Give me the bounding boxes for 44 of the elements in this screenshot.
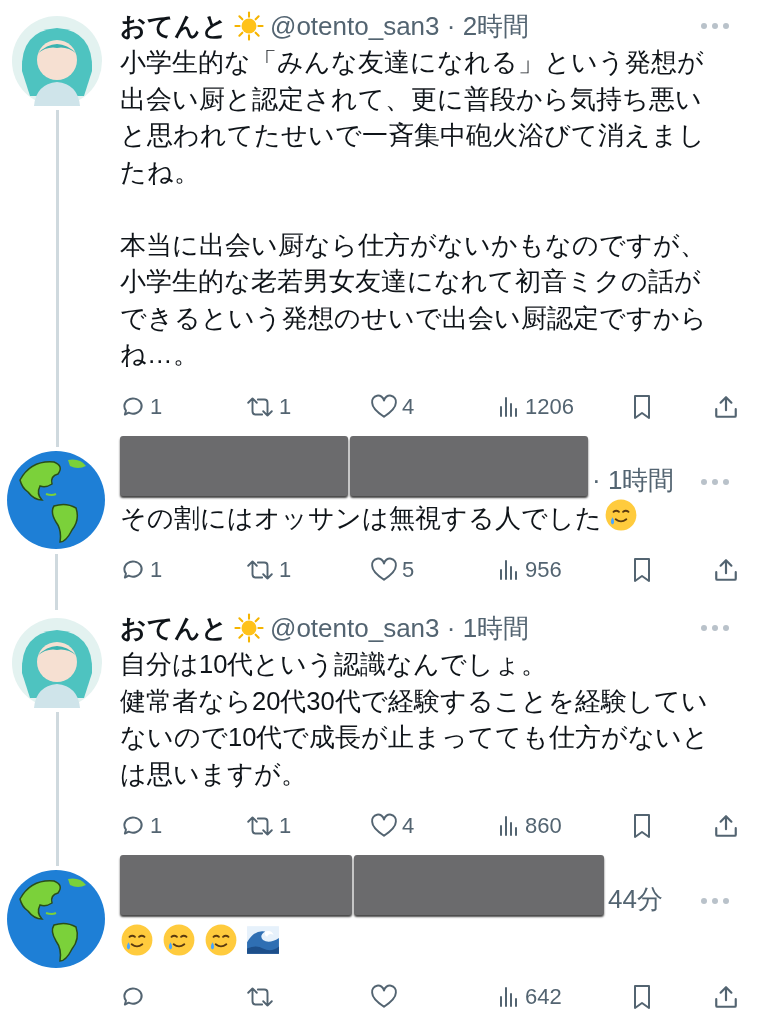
globe-avatar[interactable] <box>6 449 106 550</box>
wave-emoji-icon <box>246 923 280 957</box>
smiling-tear-emoji-icon <box>162 923 196 957</box>
views-count: 956 <box>525 559 562 581</box>
like-count: 4 <box>402 395 415 418</box>
views-count: 1206 <box>525 395 574 418</box>
heart-icon[interactable] <box>370 984 398 1010</box>
share-icon[interactable] <box>713 393 739 420</box>
retweet-count: 1 <box>279 395 292 418</box>
heart-icon[interactable] <box>370 557 398 583</box>
retweet-icon[interactable] <box>245 984 275 1010</box>
like-count: 5 <box>402 559 415 581</box>
reply-count: 1 <box>150 559 163 581</box>
tweet-meta: 44分 <box>608 883 663 916</box>
reply-count: 1 <box>150 395 163 418</box>
sun-icon <box>234 11 264 41</box>
tweet-text: 健常者なら20代30代で経験することを経験していないので10代で成長が止まってても仕方がないとは思いますが。 <box>120 685 711 790</box>
tweet-text: 本当に出会い厨なら仕方がないかもなのですが、小学生的な老若男女友達になれて初音ミクの話ができるという発想のせいで出会い厨認定ですからね…。 <box>120 229 708 370</box>
tweet-text: その割にはオッサンは無視する人でした <box>120 497 720 536</box>
globe-avatar[interactable] <box>6 869 106 969</box>
like-count: 4 <box>402 815 415 837</box>
retweet-icon[interactable] <box>245 557 275 583</box>
tweet-meta: @otento_san3 · 1時間 <box>270 611 530 645</box>
views-count: 860 <box>525 815 562 837</box>
sun-icon <box>234 613 264 643</box>
heart-icon[interactable] <box>370 813 398 839</box>
tweet-text: 小学生的な「みんな友達になれる」という発想が出会い厨と認定されて、更に普段から気持ち悪いと思われてたせいで一斉集中砲火浴びて消えましたね。 <box>120 47 706 188</box>
retweet-icon[interactable] <box>245 813 275 839</box>
share-icon[interactable] <box>713 984 739 1010</box>
tweet-text: 自分は10代という認識なんでしょ。 <box>120 649 549 680</box>
retweet-count: 1 <box>279 815 292 837</box>
tweet-meta: · 1時間 <box>592 463 675 497</box>
reply-count: 1 <box>150 815 163 837</box>
share-icon[interactable] <box>713 557 739 583</box>
smiling-tear-emoji-icon <box>120 923 154 957</box>
user-name[interactable]: おてんと <box>120 610 228 646</box>
smiling-tear-emoji-icon <box>204 923 238 957</box>
user-name[interactable]: おてんと <box>120 8 228 44</box>
tweet-meta: @otento_san3 · 2時間 <box>270 9 530 43</box>
share-icon[interactable] <box>713 813 739 839</box>
retweet-count: 1 <box>279 559 292 581</box>
views-count: 642 <box>525 986 562 1008</box>
heart-icon[interactable] <box>370 393 398 420</box>
smiling-tear-emoji-icon <box>604 497 638 532</box>
